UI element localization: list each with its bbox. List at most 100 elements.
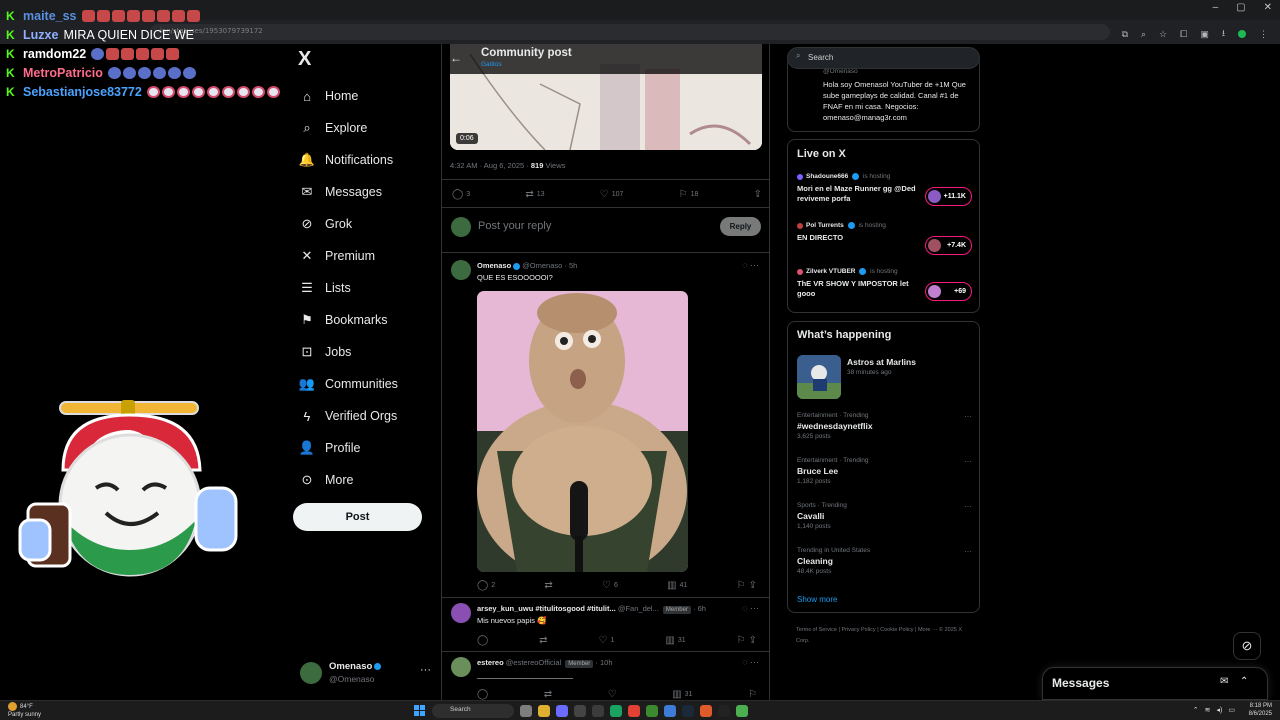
account-switcher[interactable]: Omenaso @Omenaso ··· [300,660,431,688]
trend-item[interactable]: Sports · Trending Cavalli 1,140 posts ··… [797,502,972,530]
zoom-icon[interactable]: ⌕ [1141,29,1146,40]
more-icon[interactable]: ··· [420,664,431,676]
avatar[interactable] [451,603,471,623]
live-item[interactable]: Shadoune666 is hosting Mori en el Maze R… [797,173,972,206]
bio-handle[interactable]: @Omenaso [823,68,858,75]
more-options-icon[interactable]: ··· [964,547,972,556]
reply-button[interactable]: ◯ 3 [452,189,470,200]
back-arrow-icon[interactable]: ← [450,51,462,65]
profile-icon[interactable] [1238,30,1246,38]
trend-item[interactable]: Entertainment · Trending Bruce Lee 1,182… [797,457,972,485]
more-options-icon[interactable]: ··· [964,412,972,421]
app-icon[interactable] [700,705,712,717]
new-message-icon[interactable]: ✉ [1220,676,1228,687]
nav-item-premium[interactable]: ✕ Premium [300,240,398,272]
download-icon[interactable]: ⭳ [1222,26,1225,42]
post-button[interactable]: Post [293,503,422,531]
nav-item-more[interactable]: ⊙ More [300,464,398,496]
reply-input[interactable]: Post your reply [478,220,551,232]
extensions-icon[interactable]: ⧠ [1180,29,1187,40]
reply-button[interactable]: ◯ [477,689,488,700]
footer-links[interactable]: Terms of Service | Privacy Policy | Cook… [796,625,966,647]
obs-icon[interactable] [718,705,730,717]
nav-item-jobs[interactable]: ⊡ Jobs [300,336,398,368]
repost-button[interactable]: ⇄ [544,689,552,700]
repost-button[interactable]: ⇄ [544,580,552,591]
messages-drawer[interactable]: Messages ✉ ⌃ [1042,667,1268,700]
maximize-button[interactable]: ▢ [1236,2,1245,13]
app-icon[interactable] [664,705,676,717]
app-icon[interactable] [574,705,586,717]
repost-button[interactable]: ⇄ [539,635,547,646]
avatar[interactable] [451,260,471,280]
nav-item-grok[interactable]: ⊘ Grok [300,208,398,240]
more-options-icon[interactable]: ◌ ··· [742,260,759,270]
nav-item-lists[interactable]: ☰ Lists [300,272,398,304]
live-item[interactable]: Zilverk VTUBER is hosting ThE VR SHOW Y … [797,268,972,301]
bookmark-button[interactable]: ⚐ 18 [679,189,699,200]
clock[interactable]: 8:18 PM 8/6/2025 [1249,702,1272,718]
show-more-link[interactable]: Show more [797,595,837,604]
live-listener-count[interactable]: +11.1K [925,187,972,206]
views-button[interactable]: ▥ 31 [672,689,692,700]
like-button[interactable]: ♡ 1 [599,635,615,646]
chrome-icon[interactable] [628,705,640,717]
nav-item-explore[interactable]: ⌕ Explore [300,112,398,144]
reply-button[interactable]: ◯ 2 [477,580,495,591]
task-view-icon[interactable] [520,705,532,717]
chevron-up-icon[interactable]: ⌃ [1240,676,1248,687]
live-listener-count[interactable]: +69 [925,282,972,301]
search-input[interactable]: Search [787,47,980,69]
trend-item[interactable]: Entertainment · Trending #wednesdaynetfl… [797,412,972,440]
file-explorer-icon[interactable] [538,705,550,717]
community-name[interactable]: Gatitos [481,61,502,68]
close-button[interactable]: ✕ [1264,2,1272,13]
repost-button[interactable]: ⇄ 13 [525,189,544,200]
x-logo[interactable]: X [298,48,311,71]
featured-trend-name[interactable]: Astros at Marlins [847,357,916,367]
post-image[interactable] [477,291,688,572]
app-icon[interactable] [736,705,748,717]
wifi-icon[interactable]: ≋ [1205,706,1211,714]
like-button[interactable]: ♡ 6 [602,580,618,591]
reply-submit-button[interactable]: Reply [720,217,761,236]
nav-item-messages[interactable]: ✉ Messages [300,176,398,208]
bookmark-button[interactable]: ⚐ ⇪ [737,580,757,591]
trend-item[interactable]: Trending in United States Cleaning 48.4K… [797,547,972,575]
windows-start-icon[interactable] [414,705,425,716]
app-icon[interactable] [610,705,622,717]
nav-item-profile[interactable]: 👤 Profile [299,432,398,464]
nav-item-notifications[interactable]: 🔔 Notifications [299,144,398,176]
nav-item-home[interactable]: ⌂ Home [300,80,398,112]
views-button[interactable]: ▥ 31 [665,635,685,646]
views-button[interactable]: ▥ 41 [667,580,687,591]
taskbar-search[interactable]: Search [432,704,514,718]
live-listener-count[interactable]: +7.4K [925,236,972,255]
grok-floating-button[interactable]: ⊘ [1233,632,1261,660]
install-app-icon[interactable]: ⧉ [1122,29,1128,40]
live-item[interactable]: Pol Turrents is hosting EN DIRECTO +7.4K [797,222,972,255]
bookmark-button[interactable]: ⚐ [748,689,757,700]
browser-menu-icon[interactable]: ⋮ [1259,29,1268,40]
address-bar[interactable]: ion/statuses/1953079739172 [150,24,1110,40]
minimize-button[interactable]: – [1213,2,1219,13]
more-options-icon[interactable]: ··· [964,502,972,511]
discord-icon[interactable] [556,705,568,717]
weather-widget[interactable]: 84°F Partly sunny [8,702,41,719]
like-button[interactable]: ♡ [608,689,617,700]
more-options-icon[interactable]: ◌ ··· [742,603,759,613]
nav-item-communities[interactable]: 👥 Communities [299,368,398,400]
battery-icon[interactable]: ▭ [1228,706,1235,714]
bookmark-star-icon[interactable]: ☆ [1159,29,1167,40]
featured-thumbnail[interactable] [797,355,841,399]
share-button[interactable]: ⇪ [754,189,762,200]
avatar[interactable] [451,657,471,677]
nav-item-verified-orgs[interactable]: ϟ Verified Orgs [300,400,398,432]
bookmark-button[interactable]: ⚐ ⇪ [737,635,757,646]
sidebar-icon[interactable]: ▣ [1200,29,1209,40]
minecraft-icon[interactable] [646,705,658,717]
more-options-icon[interactable]: ··· [964,457,972,466]
steam-icon[interactable] [682,705,694,717]
reply-button[interactable]: ◯ [477,635,488,646]
volume-icon[interactable]: ◂) [1217,706,1223,714]
